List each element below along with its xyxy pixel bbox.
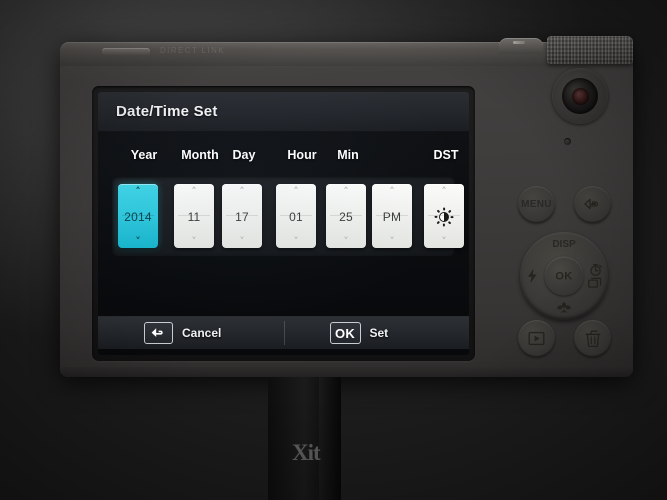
column-label-day: Day [232,148,256,162]
back-button[interactable] [574,186,611,223]
camera-bottom-lip [60,367,633,377]
cancel-label: Cancel [182,326,222,340]
tripod-column [319,377,341,500]
page-title: Date/Time Set [116,103,218,120]
spinner-up-arrow[interactable]: ˄ [441,186,447,197]
direct-link-label: DIRECT LINK [160,46,226,55]
dst-sun-icon [434,207,454,226]
spinner-value: 11 [187,209,201,224]
spinner-hour[interactable]: ˄ 01 ˅ [276,184,316,248]
spinner-down-arrow[interactable]: ˅ [343,236,349,247]
flash-icon[interactable] [527,268,538,284]
dst-sun-ray [443,222,445,226]
dst-sun-ray [436,209,441,213]
spinner-separator [226,215,258,216]
spinner-day[interactable]: ˄ 17 ˅ [222,184,262,248]
viewfinder-glass [562,78,598,114]
spinner-up-arrow[interactable]: ˄ [293,186,299,197]
spinner-up-arrow[interactable]: ˄ [191,186,197,197]
viewfinder-lens [552,68,608,124]
dst-sun-ray [447,220,452,224]
spinner-separator [376,215,408,216]
spinner-down-arrow[interactable]: ˅ [293,236,299,247]
trash-icon [585,330,600,347]
spinner-up-arrow[interactable]: ˄ [239,186,245,197]
dpad-ok-label: OK [555,270,573,282]
column-label-min: Min [337,148,359,162]
menu-button[interactable]: MENU [518,186,555,223]
mode-nub-indicator [513,41,525,44]
mode-selector-nub[interactable] [499,38,543,54]
spinner-separator [122,215,154,216]
dst-sun-ray [443,207,445,211]
direct-link-button[interactable] [102,48,150,55]
spinner-separator [280,215,312,216]
viewfinder-pupil [571,87,589,105]
menu-button-label: MENU [521,199,552,210]
self-timer-icon [589,264,602,276]
spinner-min[interactable]: ˄ 25 ˅ [326,184,366,248]
spinner-down-arrow[interactable]: ˅ [239,236,245,247]
spinner-value: 01 [289,209,303,224]
burst-shot-icon [588,277,602,288]
spinner-value: 17 [235,209,249,224]
lcd-title-bar: Date/Time Set [98,92,469,132]
spinner-up-arrow[interactable]: ˄ [343,186,349,197]
spinner-separator [178,215,210,216]
ok-button-label: OK [334,325,356,341]
playback-button[interactable] [518,320,555,357]
spinner-up-arrow[interactable]: ˄ [389,186,395,197]
set-label: Set [369,326,389,340]
playback-icon [528,331,545,346]
date-time-spinner-tray: ˄ 2014 ˅ ˄ 11 ˅ ˄ 17 ˅ ˄ 01 ˅ ˄ 25 ˅ ˄ PM ˅ ˄ ˅ [112,176,464,256]
dpad-ok-button[interactable]: OK [544,256,584,296]
delete-button[interactable] [574,320,611,357]
spinner-down-arrow[interactable]: ˅ [191,236,197,247]
ok-button[interactable]: OK [329,322,361,344]
lcd-screen: Date/Time Set Year Month Day Hour Min DST ˄ 20… [98,92,469,355]
dst-sun-ray [436,220,441,224]
column-label-year: Year [130,148,158,162]
column-label-dst: DST [433,148,459,162]
lcd-bezel: Date/Time Set Year Month Day Hour Min DST ˄ 20… [92,86,475,361]
back-arrow-icon[interactable] [144,322,173,344]
spinner-down-arrow[interactable]: ˅ [441,236,447,247]
spinner-up-arrow[interactable]: ˄ [135,186,141,197]
dst-sun-ray [447,209,452,213]
tripod-brand-logo: Xit [292,440,321,465]
spinner-dst[interactable]: ˄ ˅ [424,184,464,248]
spinner-separator [330,215,362,216]
column-label-row: Year Month Day Hour Min DST [98,148,469,170]
dst-sun-core [439,211,449,222]
camera-top-deck: DIRECT LINK [60,36,633,66]
camera-body: DIRECT LINK Date/Time Set Year Month Day Ho… [60,36,633,377]
spinner-month[interactable]: ˄ 11 ˅ [174,184,214,248]
spinner-pm[interactable]: ˄ PM ˅ [372,184,412,248]
footer-divider [283,321,285,345]
thumb-grip [547,36,633,64]
dpad-up-disp[interactable]: DISP [520,239,608,250]
status-led [564,138,571,145]
spinner-value: 25 [339,209,353,224]
set-action[interactable]: OK Set [284,322,470,344]
spinner-value: 2014 [124,209,152,224]
spinner-value: PM [382,209,402,224]
cancel-action[interactable]: Cancel [98,322,284,344]
timer-burst-icon[interactable] [588,264,603,289]
navigation-dpad[interactable]: DISP OK [520,232,608,320]
spinner-year[interactable]: ˄ 2014 ˅ [118,184,158,248]
spinner-down-arrow[interactable]: ˅ [135,236,141,247]
back-arrow-icon [584,198,599,209]
lcd-footer-bar: Cancel OK Set [98,316,469,349]
macro-flower-icon[interactable] [520,301,608,314]
spinner-separator [428,215,460,216]
spinner-down-arrow[interactable]: ˅ [389,236,395,247]
